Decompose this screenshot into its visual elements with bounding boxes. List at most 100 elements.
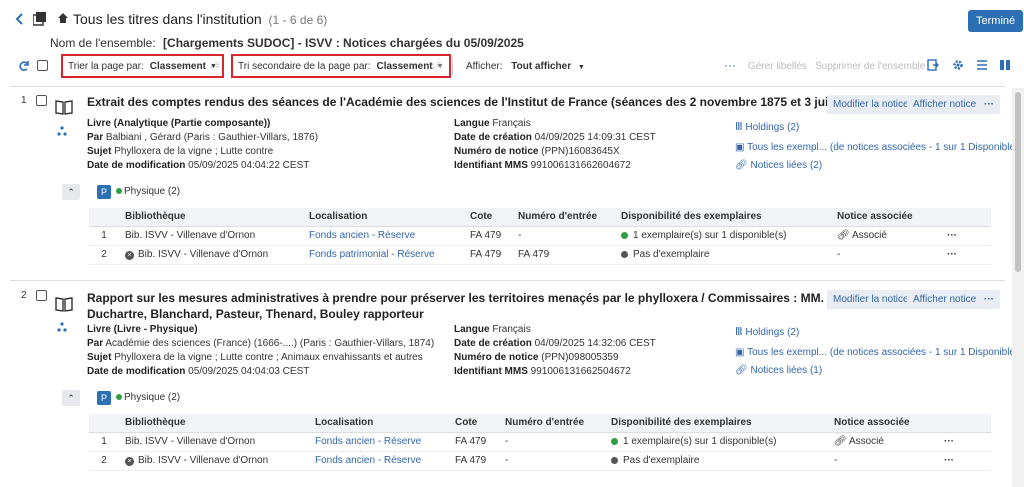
more-actions-button[interactable]: ··· [724, 58, 736, 72]
sort-label: Trier la page par: [68, 60, 144, 72]
library-icon: Ⅲ [735, 121, 743, 133]
associated-text: Associé [851, 230, 887, 241]
holdings-link[interactable]: Ⅲ Holdings (2) [735, 324, 1018, 341]
secondary-sort-dropdown[interactable]: Tri secondaire de la page par: Classemen… [231, 54, 451, 78]
cote-cell: FA 479 [449, 432, 499, 452]
availability-text: Pas d'exemplaire [623, 455, 700, 466]
available-dot-icon [611, 437, 618, 445]
scrollbar-thumb[interactable] [1015, 92, 1021, 272]
result-count: (1 - 6 de 6) [268, 13, 328, 27]
export-icon[interactable] [927, 59, 939, 74]
sort-value: Classement [149, 60, 206, 72]
edit-record-button[interactable]: Modifier la notice [827, 290, 915, 309]
refresh-icon[interactable] [18, 60, 30, 75]
all-items-link[interactable]: ▣ Tous les exempl... (de notices associé… [735, 140, 1018, 156]
holdings-text: Holdings (2) [745, 327, 800, 338]
unavailable-dot-icon [621, 250, 628, 258]
associated-cell: - [831, 245, 941, 265]
author-value: Balbiani , Gérard (Paris : Gauthier-Vill… [105, 132, 319, 143]
scrollbar[interactable] [1012, 88, 1024, 487]
sort-dropdown[interactable]: Trier la page par: Classement ▼ [61, 54, 224, 78]
collapse-up-icon[interactable]: ⌃ [62, 184, 80, 200]
location-link[interactable]: Fonds patrimonial - Réserve [303, 245, 464, 265]
holdings-link[interactable]: Ⅲ Holdings (2) [735, 119, 1018, 136]
manage-labels-button[interactable]: Gérer libellés [748, 61, 807, 72]
modified-value: 05/09/2025 04:04:22 CEST [188, 160, 310, 171]
linked-records-link[interactable]: 🔗︎ Notices liées (2) [735, 158, 1018, 174]
col-cote: Cote [449, 414, 499, 433]
col-cote: Cote [464, 208, 512, 227]
back-arrow-icon[interactable] [14, 12, 24, 29]
library-cell: Bib. ISVV - Villenave d'Ornon [119, 226, 303, 246]
sort-direction-icon[interactable]: ↓≡ [209, 60, 220, 71]
subject-label: Sujet [87, 352, 112, 363]
record-details-right: Langue Français Date de création 04/09/2… [454, 117, 656, 173]
associated-cell[interactable]: 🔗︎ Associé [831, 226, 941, 246]
col-location: Localisation [303, 208, 464, 227]
associated-cell[interactable]: 🔗︎ Associé [828, 432, 938, 452]
row-more-button[interactable]: ··· [938, 432, 991, 452]
table-row: 2 × Bib. ISVV - Villenave d'Ornon Fonds a… [89, 451, 991, 471]
created-value: 04/09/2025 14:09:31 CEST [534, 132, 656, 143]
availability-cell: Pas d'exemplaire [605, 451, 828, 471]
row-more-button[interactable]: ··· [938, 451, 991, 471]
record-details-left: Livre (Livre - Physique) Par Académie de… [87, 323, 434, 379]
hierarchy-icon[interactable] [57, 322, 67, 335]
record-title[interactable]: Extrait des comptes rendus des séances d… [87, 95, 883, 109]
record-type: Livre (Livre - Physique) [87, 324, 198, 335]
location-link[interactable]: Fonds ancien - Réserve [309, 451, 449, 471]
edit-record-button[interactable]: Modifier la notice [827, 95, 915, 114]
toolbar-divider [452, 57, 453, 75]
library-text: Bib. ISVV - Villenave d'Ornon [138, 455, 269, 466]
author-value: Académie des sciences (France) (1666-...… [105, 338, 435, 349]
view-record-button[interactable]: Afficher notice [907, 95, 983, 114]
physical-count[interactable]: Physique (2) [116, 186, 180, 197]
record-title[interactable]: Rapport sur les mesures administratives … [87, 290, 958, 322]
all-items-text: Tous les exempl... [747, 347, 828, 358]
unavailable-dot-icon [611, 456, 618, 464]
record-more-button[interactable]: ··· [978, 95, 1000, 114]
location-link[interactable]: Fonds ancien - Réserve [309, 432, 449, 452]
collapse-up-icon[interactable]: ⌃ [62, 390, 80, 406]
split-view-icon[interactable] [999, 59, 1011, 74]
row-number: 1 [89, 432, 119, 452]
page-title: Tous les titres dans l'institution (1 - … [73, 11, 327, 27]
secondary-sort-direction-icon[interactable]: ↓≡ [431, 60, 442, 71]
physical-count[interactable]: Physique (2) [116, 392, 180, 403]
mms-id-value: 991006131662504672 [530, 366, 631, 377]
entry-cell: FA 479 [512, 245, 615, 265]
library-icon: Ⅲ [735, 326, 743, 338]
library-cell: Bib. ISVV - Villenave d'Ornon [119, 432, 309, 452]
record-checkbox[interactable] [36, 290, 47, 301]
list-view-icon[interactable] [976, 59, 988, 74]
done-button[interactable]: Terminé [968, 10, 1024, 32]
items-icon: ▣ [735, 347, 745, 358]
show-filter[interactable]: Afficher: Tout afficher ▼ [466, 61, 585, 72]
table-row: 1 Bib. ISVV - Villenave d'Ornon Fonds an… [89, 226, 991, 246]
record-more-button[interactable]: ··· [978, 290, 1000, 309]
physical-text: Physique (2) [124, 392, 181, 403]
linked-records-text: Notices liées (1) [750, 365, 823, 376]
link-icon: 🔗︎ [735, 365, 748, 376]
settings-gear-icon[interactable] [952, 59, 964, 74]
show-label: Afficher: [466, 61, 503, 72]
location-link[interactable]: Fonds ancien - Réserve [303, 226, 464, 246]
available-dot-icon [116, 394, 122, 401]
hierarchy-icon[interactable] [57, 126, 67, 139]
row-more-button[interactable]: ··· [941, 226, 991, 246]
all-items-detail: (de notices associées - 1 sur 1 Disponib… [829, 347, 1019, 358]
created-label: Date de création [454, 338, 532, 349]
author-label: Par [87, 132, 104, 143]
entry-cell: - [499, 432, 605, 452]
all-items-text: Tous les exempl... [747, 142, 828, 153]
linked-records-link[interactable]: 🔗︎ Notices liées (1) [735, 363, 1018, 379]
remove-from-set-button[interactable]: Supprimer de l'ensemble [815, 61, 925, 72]
row-number: 2 [89, 451, 119, 471]
all-items-link[interactable]: ▣ Tous les exempl... (de notices associé… [735, 345, 1018, 361]
select-all-checkbox[interactable] [37, 60, 48, 71]
record-checkbox[interactable] [36, 95, 47, 106]
cote-cell: FA 479 [464, 226, 512, 246]
row-more-button[interactable]: ··· [941, 245, 991, 265]
view-record-button[interactable]: Afficher notice [907, 290, 983, 309]
mms-id-label: Identifiant MMS [454, 366, 528, 377]
